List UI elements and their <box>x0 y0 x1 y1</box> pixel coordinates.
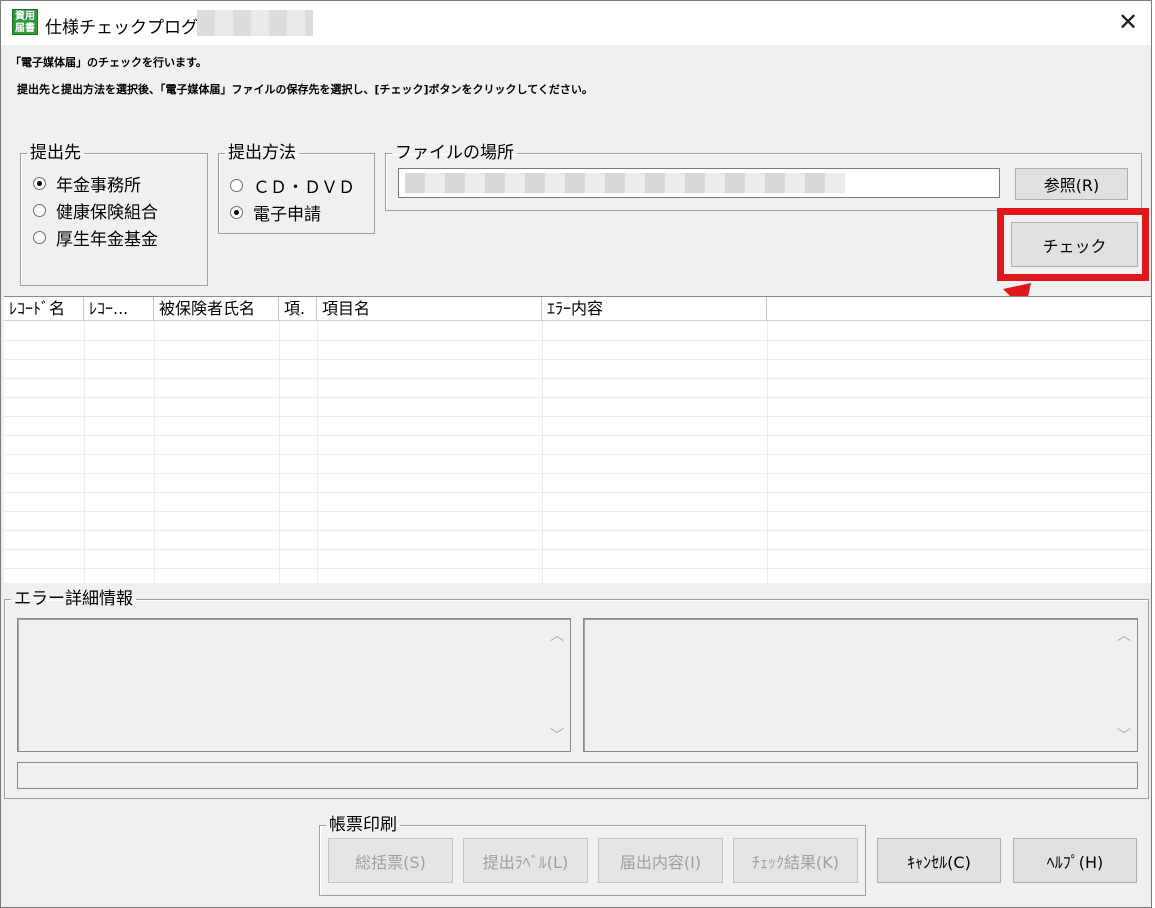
radio-cd-dvd[interactable]: ＣＤ・ＤＶＤ <box>230 173 355 198</box>
radio-electronic[interactable]: 電子申請 <box>230 200 321 225</box>
close-icon: ✕ <box>1117 8 1139 36</box>
col-header-record[interactable]: ﾚｺｰ... <box>84 297 154 321</box>
table-column-line <box>767 321 768 583</box>
label-print-button[interactable]: 提出ﾗﾍﾞﾙ(L) <box>463 838 588 883</box>
table-row-line <box>4 511 1151 512</box>
scroll-up-icon[interactable]: ︿ <box>1117 625 1131 645</box>
radio-label: 健康保険組合 <box>56 203 158 223</box>
method-legend: 提出方法 <box>228 143 296 163</box>
radio-label: 年金事務所 <box>56 176 141 196</box>
table-row-line <box>4 473 1151 474</box>
table-column-line <box>317 321 318 583</box>
table-row-line <box>4 549 1151 550</box>
radio-label: 電子申請 <box>253 205 321 225</box>
table-column-line <box>154 321 155 583</box>
error-detail-right-textarea[interactable]: ︿ ﹀ <box>583 618 1138 752</box>
table-row-line <box>4 492 1151 493</box>
table-row-line <box>4 530 1151 531</box>
error-details-legend: エラー詳細情報 <box>14 589 133 609</box>
table-header: ﾚｺｰﾄﾞ名 ﾚｺｰ... 被保険者氏名 項. 項目名 ｴﾗｰ内容 <box>4 297 1151 321</box>
col-header-item-name[interactable]: 項目名 <box>317 297 542 321</box>
app-window: 資用届書 仕様チェックプログラム ✕ 「電子媒体届」のチェックを行います。 提出… <box>0 0 1152 908</box>
table-row-line <box>4 416 1151 417</box>
radio-checked-icon[interactable] <box>230 206 243 219</box>
scroll-down-icon[interactable]: ﹀ <box>1117 725 1131 745</box>
file-path-input[interactable] <box>398 168 1000 198</box>
col-header-insured-name[interactable]: 被保険者氏名 <box>154 297 279 321</box>
radio-unchecked-icon[interactable] <box>230 179 243 192</box>
destination-legend: 提出先 <box>30 143 81 163</box>
cancel-button[interactable]: ｷｬﾝｾﾙ(C) <box>877 838 1001 883</box>
error-status-field <box>17 762 1138 789</box>
radio-unchecked-icon[interactable] <box>33 204 46 217</box>
check-button-highlight <box>997 208 1149 281</box>
col-header-error-content[interactable]: ｴﾗｰ内容 <box>542 297 767 321</box>
app-icon: 資用届書 <box>12 9 38 35</box>
scroll-down-icon[interactable]: ﹀ <box>550 725 564 745</box>
title-redacted <box>197 10 313 36</box>
table-row-line <box>4 454 1151 455</box>
radio-checked-icon[interactable] <box>33 177 46 190</box>
close-button[interactable]: ✕ <box>1105 1 1151 45</box>
radio-label: ＣＤ・ＤＶＤ <box>253 178 355 198</box>
table-column-line <box>279 321 280 583</box>
table-row-line <box>4 435 1151 436</box>
table-row-line <box>4 340 1151 341</box>
table-row-line <box>4 378 1151 379</box>
col-header-record-name[interactable]: ﾚｺｰﾄﾞ名 <box>4 297 84 321</box>
table-row-line <box>4 397 1151 398</box>
title-bar: 資用届書 仕様チェックプログラム ✕ <box>1 1 1151 45</box>
radio-pension-fund[interactable]: 厚生年金基金 <box>33 225 158 250</box>
radio-label: 厚生年金基金 <box>56 230 158 250</box>
radio-health-union[interactable]: 健康保険組合 <box>33 198 158 223</box>
browse-button[interactable]: 参照(R) <box>1015 168 1128 200</box>
results-table[interactable]: ﾚｺｰﾄﾞ名 ﾚｺｰ... 被保険者氏名 項. 項目名 ｴﾗｰ内容 <box>4 296 1151 583</box>
report-print-legend: 帳票印刷 <box>329 815 397 835</box>
scroll-up-icon[interactable]: ︿ <box>550 625 564 645</box>
error-detail-left-textarea[interactable]: ︿ ﹀ <box>17 618 571 752</box>
col-header-extra <box>767 297 1151 321</box>
table-column-line <box>84 321 85 583</box>
instruction-line-2: 提出先と提出方法を選択後、「電子媒体届」ファイルの保存先を選択し、[チェック]ボ… <box>17 83 593 96</box>
table-row-line <box>4 359 1151 360</box>
content-print-button[interactable]: 届出内容(I) <box>598 838 723 883</box>
col-header-item-no[interactable]: 項. <box>279 297 317 321</box>
file-location-legend: ファイルの場所 <box>395 143 514 163</box>
table-column-line <box>542 321 543 583</box>
radio-unchecked-icon[interactable] <box>33 231 46 244</box>
table-row-line <box>4 568 1151 569</box>
file-path-redacted <box>405 173 845 193</box>
help-button[interactable]: ﾍﾙﾌﾟ(H) <box>1013 838 1137 883</box>
check-result-print-button[interactable]: ﾁｪｯｸ結果(K) <box>733 838 858 883</box>
summary-print-button[interactable]: 総括票(S) <box>328 838 453 883</box>
instruction-line-1: 「電子媒体届」のチェックを行います。 <box>10 56 207 69</box>
radio-pension-office[interactable]: 年金事務所 <box>33 171 141 196</box>
